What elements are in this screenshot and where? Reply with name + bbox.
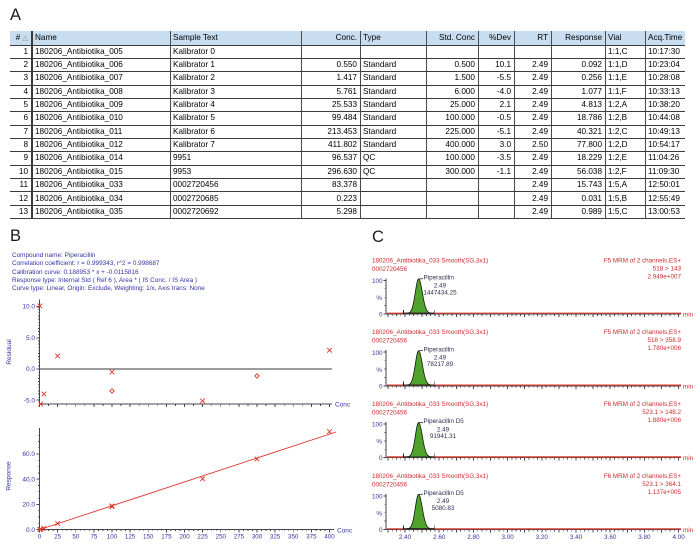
svg-text:5080.83: 5080.83 — [432, 505, 455, 512]
svg-text:78217.89: 78217.89 — [427, 361, 454, 368]
svg-text:3.60: 3.60 — [604, 534, 617, 541]
svg-text:%: % — [376, 511, 382, 518]
svg-text:%: % — [376, 439, 382, 446]
svg-text:F6 MRM of 2 channels,ES+: F6 MRM of 2 channels,ES+ — [604, 401, 681, 408]
svg-text:25: 25 — [54, 534, 61, 541]
svg-text:180206_Antibiotika_033 Smooth(: 180206_Antibiotika_033 Smooth(SG,3x1) — [372, 401, 488, 408]
svg-text:523.1 > 148.2: 523.1 > 148.2 — [642, 409, 681, 416]
svg-text:225: 225 — [197, 534, 208, 541]
svg-text:F5 MRM of 2 channels,ES+: F5 MRM of 2 channels,ES+ — [604, 329, 681, 336]
svg-text:min: min — [683, 383, 694, 390]
svg-text:0: 0 — [379, 383, 383, 390]
svg-text:180206_Antibiotika_033 Smooth(: 180206_Antibiotika_033 Smooth(SG,3x1) — [372, 473, 488, 480]
svg-text:200: 200 — [179, 534, 190, 541]
svg-text:3.80: 3.80 — [638, 534, 651, 541]
svg-text:0002720456: 0002720456 — [372, 338, 408, 345]
svg-text:2.80: 2.80 — [467, 534, 480, 541]
svg-text:3.40: 3.40 — [570, 534, 583, 541]
svg-text:0: 0 — [379, 455, 383, 462]
svg-text:375: 375 — [306, 534, 317, 541]
svg-text:60.0: 60.0 — [22, 451, 35, 458]
svg-text:min: min — [683, 455, 694, 462]
svg-text:0: 0 — [379, 527, 383, 534]
svg-text:%: % — [376, 367, 382, 374]
svg-text:min: min — [683, 527, 694, 534]
svg-text:175: 175 — [161, 534, 172, 541]
svg-text:F5 MRM of 2 channels,ES+: F5 MRM of 2 channels,ES+ — [604, 257, 681, 264]
svg-text:40.0: 40.0 — [22, 476, 35, 483]
svg-text:Piperacillin: Piperacillin — [424, 275, 455, 282]
svg-text:5.0: 5.0 — [26, 335, 35, 342]
svg-text:100: 100 — [372, 493, 383, 500]
svg-text:523.1 > 364.1: 523.1 > 364.1 — [642, 481, 681, 488]
svg-text:Response: Response — [6, 461, 13, 491]
svg-text:180206_Antibiotika_033 Smooth(: 180206_Antibiotika_033 Smooth(SG,3x1) — [372, 257, 488, 264]
svg-text:0002720456: 0002720456 — [372, 481, 408, 488]
svg-text:100: 100 — [372, 422, 383, 429]
svg-text:100: 100 — [372, 350, 383, 357]
svg-text:91941.31: 91941.31 — [430, 433, 457, 440]
svg-text:min: min — [683, 312, 694, 319]
svg-text:3.00: 3.00 — [501, 534, 514, 541]
svg-text:275: 275 — [234, 534, 245, 541]
svg-text:100: 100 — [372, 278, 383, 285]
svg-text:1.137e+005: 1.137e+005 — [648, 489, 682, 496]
svg-text:325: 325 — [270, 534, 281, 541]
svg-text:Piperacillin D5: Piperacillin D5 — [424, 418, 465, 425]
svg-text:0.0: 0.0 — [26, 366, 35, 373]
svg-text:20.0: 20.0 — [22, 502, 35, 509]
svg-text:Conc: Conc — [337, 527, 353, 534]
svg-text:3.20: 3.20 — [536, 534, 549, 541]
svg-text:400: 400 — [324, 534, 335, 541]
svg-text:Piperacillin D5: Piperacillin D5 — [424, 490, 465, 497]
svg-text:Conc: Conc — [335, 402, 351, 409]
svg-text:0: 0 — [379, 312, 383, 319]
svg-text:1.780e+006: 1.780e+006 — [648, 345, 682, 352]
svg-text:350: 350 — [288, 534, 299, 541]
svg-text:100: 100 — [107, 534, 118, 541]
svg-text:1447434.25: 1447434.25 — [423, 289, 457, 296]
svg-text:2.949e+007: 2.949e+007 — [648, 273, 682, 280]
svg-text:10.0: 10.0 — [22, 304, 35, 311]
svg-text:50: 50 — [72, 534, 79, 541]
svg-text:1.880e+006: 1.880e+006 — [648, 417, 682, 424]
svg-text:518 > 358.9: 518 > 358.9 — [648, 337, 682, 344]
svg-text:2.60: 2.60 — [433, 534, 446, 541]
svg-text:0002720456: 0002720456 — [372, 266, 408, 273]
svg-text:75: 75 — [90, 534, 97, 541]
svg-text:Piperacillin: Piperacillin — [424, 346, 455, 353]
svg-text:0002720456: 0002720456 — [372, 410, 408, 417]
svg-text:Residual: Residual — [6, 339, 13, 365]
svg-text:0.0: 0.0 — [26, 527, 35, 534]
svg-text:518 > 143: 518 > 143 — [653, 265, 682, 272]
svg-text:300: 300 — [252, 534, 263, 541]
svg-text:180206_Antibiotika_033 Smooth(: 180206_Antibiotika_033 Smooth(SG,3x1) — [372, 329, 488, 336]
svg-text:F6 MRM of 2 channels,ES+: F6 MRM of 2 channels,ES+ — [604, 473, 681, 480]
svg-text:0: 0 — [38, 534, 42, 541]
svg-text:250: 250 — [216, 534, 227, 541]
svg-text:%: % — [376, 295, 382, 302]
svg-text:150: 150 — [143, 534, 154, 541]
svg-text:4.00: 4.00 — [672, 534, 685, 541]
svg-text:2.40: 2.40 — [399, 534, 412, 541]
svg-text:-5.0: -5.0 — [24, 397, 36, 404]
svg-text:125: 125 — [125, 534, 136, 541]
